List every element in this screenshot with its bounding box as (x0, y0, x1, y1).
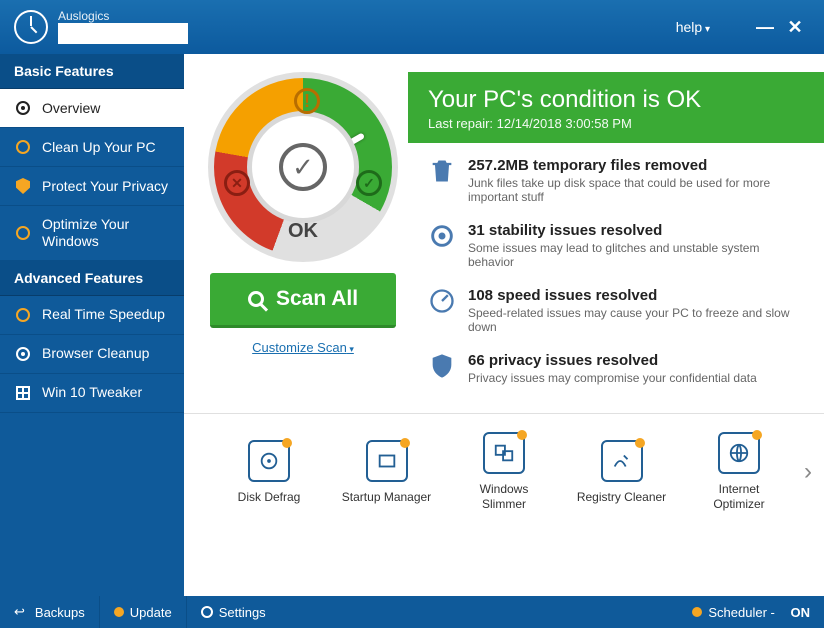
tool-disk-defrag[interactable]: Disk Defrag (224, 440, 314, 505)
result-desc: Junk files take up disk space that could… (468, 176, 804, 204)
status-title: Your PC's condition is OK (428, 86, 804, 114)
results-list: 257.2MB temporary files removed Junk fil… (408, 143, 824, 385)
result-heading: 108 speed issues resolved (468, 287, 804, 304)
customize-scan-link[interactable]: Customize Scan (252, 340, 354, 355)
minimize-button[interactable]: — (750, 17, 780, 38)
tool-windows-slimmer[interactable]: Windows Slimmer (459, 432, 549, 512)
tool-label: Windows Slimmer (459, 482, 549, 512)
result-item: 66 privacy issues resolved Privacy issue… (428, 352, 804, 385)
privacy-icon (14, 177, 32, 195)
disk-defrag-icon (248, 440, 290, 482)
startup-icon (366, 440, 408, 482)
result-desc: Some issues may lead to glitches and uns… (468, 241, 804, 269)
app-logo-icon (14, 10, 48, 44)
sidebar-item-label: Clean Up Your PC (42, 139, 156, 156)
slimmer-icon (483, 432, 525, 474)
sidebar-item-optimize[interactable]: Optimize Your Windows (0, 206, 184, 261)
gear-icon (428, 222, 456, 250)
sidebar: Basic Features Overview Clean Up Your PC… (0, 54, 184, 596)
update-dot-icon (114, 607, 124, 617)
gauge-check-icon: ✓ (279, 143, 327, 191)
bottombar: Backups Update Settings Scheduler - ON (0, 596, 824, 628)
gauge-mark-ok-icon: ✓ (356, 170, 382, 196)
cleanup-icon (14, 138, 32, 156)
gauge-mark-warning-icon: ! (294, 88, 320, 114)
result-heading: 257.2MB temporary files removed (468, 157, 804, 174)
sidebar-header-basic: Basic Features (0, 54, 184, 89)
sidebar-item-privacy[interactable]: Protect Your Privacy (0, 167, 184, 206)
status-last-repair: Last repair: 12/14/2018 3:00:58 PM (428, 116, 804, 131)
search-icon (248, 291, 264, 307)
gear-icon (201, 606, 213, 618)
sidebar-item-label: Win 10 Tweaker (42, 384, 142, 401)
browser-icon (14, 345, 32, 363)
gauge-mark-error-icon: ✕ (224, 170, 250, 196)
scheduler-toggle[interactable]: Scheduler - ON (678, 596, 824, 628)
sidebar-item-cleanup[interactable]: Clean Up Your PC (0, 128, 184, 167)
internet-icon (718, 432, 760, 474)
update-button[interactable]: Update (100, 596, 187, 628)
gauge-label: OK (198, 220, 408, 243)
scheduler-dot-icon (692, 607, 702, 617)
backups-button[interactable]: Backups (0, 596, 100, 628)
speedup-icon (14, 306, 32, 324)
settings-button[interactable]: Settings (187, 596, 280, 628)
settings-label: Settings (219, 605, 266, 620)
sidebar-item-tweaker[interactable]: Win 10 Tweaker (0, 374, 184, 413)
sidebar-item-label: Browser Cleanup (42, 345, 149, 362)
result-item: 108 speed issues resolved Speed-related … (428, 287, 804, 334)
close-button[interactable]: ✕ (780, 17, 810, 38)
backups-label: Backups (35, 605, 85, 620)
brand-block: Auslogics BoostSpeed 10 (58, 10, 188, 44)
brand-main: BoostSpeed 10 (58, 23, 188, 44)
result-desc: Speed-related issues may cause your PC t… (468, 306, 804, 334)
sidebar-header-advanced: Advanced Features (0, 261, 184, 296)
tool-registry-cleaner[interactable]: Registry Cleaner (577, 440, 667, 505)
tools-next-arrow[interactable]: › (804, 458, 812, 486)
tool-label: Startup Manager (342, 490, 432, 505)
scheduler-state: ON (791, 605, 811, 620)
sidebar-item-label: Real Time Speedup (42, 306, 165, 323)
tools-row: Disk Defrag Startup Manager Windows Slim… (184, 413, 824, 530)
result-item: 31 stability issues resolved Some issues… (428, 222, 804, 269)
main-content: ✕ ! ✓ ✓ OK Scan All Customize Scan (184, 54, 824, 596)
result-heading: 66 privacy issues resolved (468, 352, 757, 369)
tool-label: Disk Defrag (224, 490, 314, 505)
overview-icon (14, 99, 32, 117)
scan-button-label: Scan All (276, 287, 358, 311)
optimize-icon (14, 224, 32, 242)
update-label: Update (130, 605, 172, 620)
sidebar-item-browser[interactable]: Browser Cleanup (0, 335, 184, 374)
scheduler-label: Scheduler - (708, 605, 774, 620)
sidebar-item-label: Optimize Your Windows (42, 216, 170, 250)
trash-icon (428, 157, 456, 185)
back-icon (14, 604, 29, 620)
shield-icon (428, 352, 456, 380)
titlebar: Auslogics BoostSpeed 10 help — ✕ (0, 0, 824, 54)
status-header: Your PC's condition is OK Last repair: 1… (408, 72, 824, 143)
scan-all-button[interactable]: Scan All (210, 273, 396, 328)
sidebar-item-speedup[interactable]: Real Time Speedup (0, 296, 184, 335)
speed-icon (428, 287, 456, 315)
registry-icon (601, 440, 643, 482)
sidebar-item-label: Protect Your Privacy (42, 178, 168, 195)
result-item: 257.2MB temporary files removed Junk fil… (428, 157, 804, 204)
help-menu[interactable]: help (676, 19, 710, 35)
tool-startup-manager[interactable]: Startup Manager (342, 440, 432, 505)
result-desc: Privacy issues may compromise your confi… (468, 371, 757, 385)
tool-label: Internet Optimizer (694, 482, 784, 512)
tweaker-icon (14, 384, 32, 402)
sidebar-item-label: Overview (42, 100, 100, 117)
result-heading: 31 stability issues resolved (468, 222, 804, 239)
tool-internet-optimizer[interactable]: Internet Optimizer (694, 432, 784, 512)
tool-label: Registry Cleaner (577, 490, 667, 505)
sidebar-item-overview[interactable]: Overview (0, 89, 184, 128)
